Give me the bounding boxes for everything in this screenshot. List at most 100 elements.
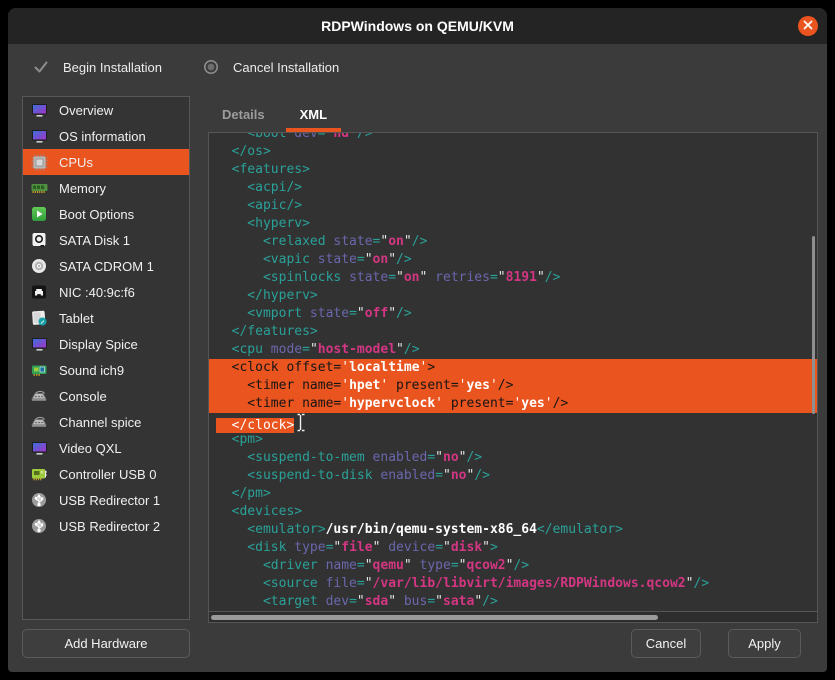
xml-code-line: <disk type="file" device="disk">: [209, 539, 817, 557]
xml-code-line: <emulator>/usr/bin/qemu-system-x86_64</e…: [209, 521, 817, 539]
cancel-installation-button[interactable]: Cancel Installation: [202, 58, 339, 76]
add-hardware-label: Add Hardware: [64, 636, 147, 651]
monitor-icon: [30, 439, 48, 457]
sound-card-icon: [30, 361, 48, 379]
xml-code-line: <target dev="sda" bus="sata"/>: [209, 593, 817, 611]
cpu-icon: [30, 153, 48, 171]
sidebar-item-label: Sound ich9: [59, 363, 124, 378]
vm-details-window: RDPWindows on QEMU/KVM Begin Installatio…: [8, 8, 827, 672]
sidebar-item-usb-redirector-2[interactable]: USB Redirector 2: [23, 513, 189, 539]
sidebar-item-label: Console: [59, 389, 107, 404]
checkmark-icon: [32, 58, 50, 76]
apply-label: Apply: [748, 636, 781, 651]
sidebar-item-console[interactable]: Console: [23, 383, 189, 409]
serial-port-icon: [30, 413, 48, 431]
sidebar-item-label: SATA CDROM 1: [59, 259, 154, 274]
begin-installation-label: Begin Installation: [63, 60, 162, 75]
window-title: RDPWindows on QEMU/KVM: [321, 18, 514, 34]
sidebar-item-label: Boot Options: [59, 207, 134, 222]
xml-code-line: <vapic state="on"/>: [209, 251, 817, 269]
tabbar: Details XML: [222, 105, 327, 130]
sidebar-item-label: SATA Disk 1: [59, 233, 130, 248]
tab-details[interactable]: Details: [222, 105, 265, 130]
xml-code-line: </clock>: [209, 413, 817, 431]
sidebar-item-channel-spice[interactable]: Channel spice: [23, 409, 189, 435]
tab-details-label: Details: [222, 107, 265, 122]
tablet-icon: [30, 309, 48, 327]
sidebar-item-sound-ich9[interactable]: Sound ich9: [23, 357, 189, 383]
sidebar-item-label: Memory: [59, 181, 106, 196]
sidebar-item-label: Display Spice: [59, 337, 138, 352]
sidebar-item-sata-cdrom-1[interactable]: SATA CDROM 1: [23, 253, 189, 279]
xml-code-line: <vmport state="off"/>: [209, 305, 817, 323]
sidebar-item-os-information[interactable]: OS information: [23, 123, 189, 149]
xml-code-line: <clock offset='localtime'>: [209, 359, 817, 377]
add-hardware-button[interactable]: Add Hardware: [22, 629, 190, 658]
sidebar-item-label: NIC :40:9c:f6: [59, 285, 135, 300]
tab-xml[interactable]: XML: [300, 105, 327, 130]
apply-button[interactable]: Apply: [728, 629, 801, 658]
xml-code-line: <apic/>: [209, 197, 817, 215]
sidebar-item-label: USB Redirector 2: [59, 519, 160, 534]
sidebar-item-boot-options[interactable]: Boot Options: [23, 201, 189, 227]
sidebar-item-memory[interactable]: Memory: [23, 175, 189, 201]
memory-icon: [30, 179, 48, 197]
nic-icon: [30, 283, 48, 301]
sidebar-item-video-qxl[interactable]: Video QXL: [23, 435, 189, 461]
xml-code-line: <driver name="qemu" type="qcow2"/>: [209, 557, 817, 575]
sidebar-item-nic-40-9c-f6[interactable]: NIC :40:9c:f6: [23, 279, 189, 305]
sidebar-item-sata-disk-1[interactable]: SATA Disk 1: [23, 227, 189, 253]
xml-code-line: <spinlocks state="on" retries="8191"/>: [209, 269, 817, 287]
xml-code-line: <timer name='hypervclock' present='yes'/…: [209, 395, 817, 413]
disk-icon: [30, 231, 48, 249]
xml-code: <boot dev="hd"/> </os> <features> <acpi/…: [209, 132, 817, 623]
cancel-button[interactable]: Cancel: [631, 629, 701, 658]
vertical-scrollbar[interactable]: [812, 236, 815, 414]
cancel-installation-label: Cancel Installation: [233, 60, 339, 75]
text-cursor-ibeam: [296, 413, 305, 438]
serial-port-icon: [30, 387, 48, 405]
hardware-list: Overview OS information CPUs Memory Boot Opt…: [22, 96, 190, 620]
sidebar-item-label: OS information: [59, 129, 146, 144]
sidebar-item-label: CPUs: [59, 155, 93, 170]
toolbar: Begin Installation Cancel Installation: [8, 44, 827, 90]
close-button[interactable]: [798, 16, 818, 36]
cancel-label: Cancel: [646, 636, 686, 651]
xml-code-line: <hyperv>: [209, 215, 817, 233]
sidebar-item-label: Video QXL: [59, 441, 122, 456]
monitor-icon: [30, 127, 48, 145]
horizontal-scrollbar-track[interactable]: [209, 611, 817, 622]
sidebar-item-tablet[interactable]: Tablet: [23, 305, 189, 331]
xml-code-line: <suspend-to-mem enabled="no"/>: [209, 449, 817, 467]
sidebar-item-controller-usb-0[interactable]: Controller USB 0: [23, 461, 189, 487]
stop-circle-icon: [202, 58, 220, 76]
xml-code-line: </hyperv>: [209, 287, 817, 305]
monitor-icon: [30, 101, 48, 119]
sidebar-item-overview[interactable]: Overview: [23, 97, 189, 123]
cdrom-icon: [30, 257, 48, 275]
sidebar-item-cpus[interactable]: CPUs: [23, 149, 189, 175]
xml-code-line: <timer name='hpet' present='yes'/>: [209, 377, 817, 395]
xml-code-line: <boot dev="hd"/>: [209, 132, 817, 143]
begin-installation-button[interactable]: Begin Installation: [32, 58, 162, 76]
sidebar-item-display-spice[interactable]: Display Spice: [23, 331, 189, 357]
xml-code-line: </os>: [209, 143, 817, 161]
xml-code-line: </features>: [209, 323, 817, 341]
sidebar-item-label: USB Redirector 1: [59, 493, 160, 508]
xml-code-line: <relaxed state="on"/>: [209, 233, 817, 251]
xml-editor[interactable]: <boot dev="hd"/> </os> <features> <acpi/…: [208, 132, 818, 623]
close-icon: [803, 17, 813, 35]
xml-code-line: <devices>: [209, 503, 817, 521]
xml-code-line: <cpu mode="host-model"/>: [209, 341, 817, 359]
horizontal-scrollbar-thumb[interactable]: [211, 615, 658, 620]
sidebar-item-label: Channel spice: [59, 415, 141, 430]
usb-icon: [30, 517, 48, 535]
sidebar-item-label: Controller USB 0: [59, 467, 157, 482]
usb-icon: [30, 491, 48, 509]
xml-code-line: <source file="/var/lib/libvirt/images/RD…: [209, 575, 817, 593]
xml-code-line: </pm>: [209, 485, 817, 503]
xml-code-line: <suspend-to-disk enabled="no"/>: [209, 467, 817, 485]
titlebar[interactable]: RDPWindows on QEMU/KVM: [8, 8, 827, 44]
xml-code-line: <features>: [209, 161, 817, 179]
sidebar-item-usb-redirector-1[interactable]: USB Redirector 1: [23, 487, 189, 513]
